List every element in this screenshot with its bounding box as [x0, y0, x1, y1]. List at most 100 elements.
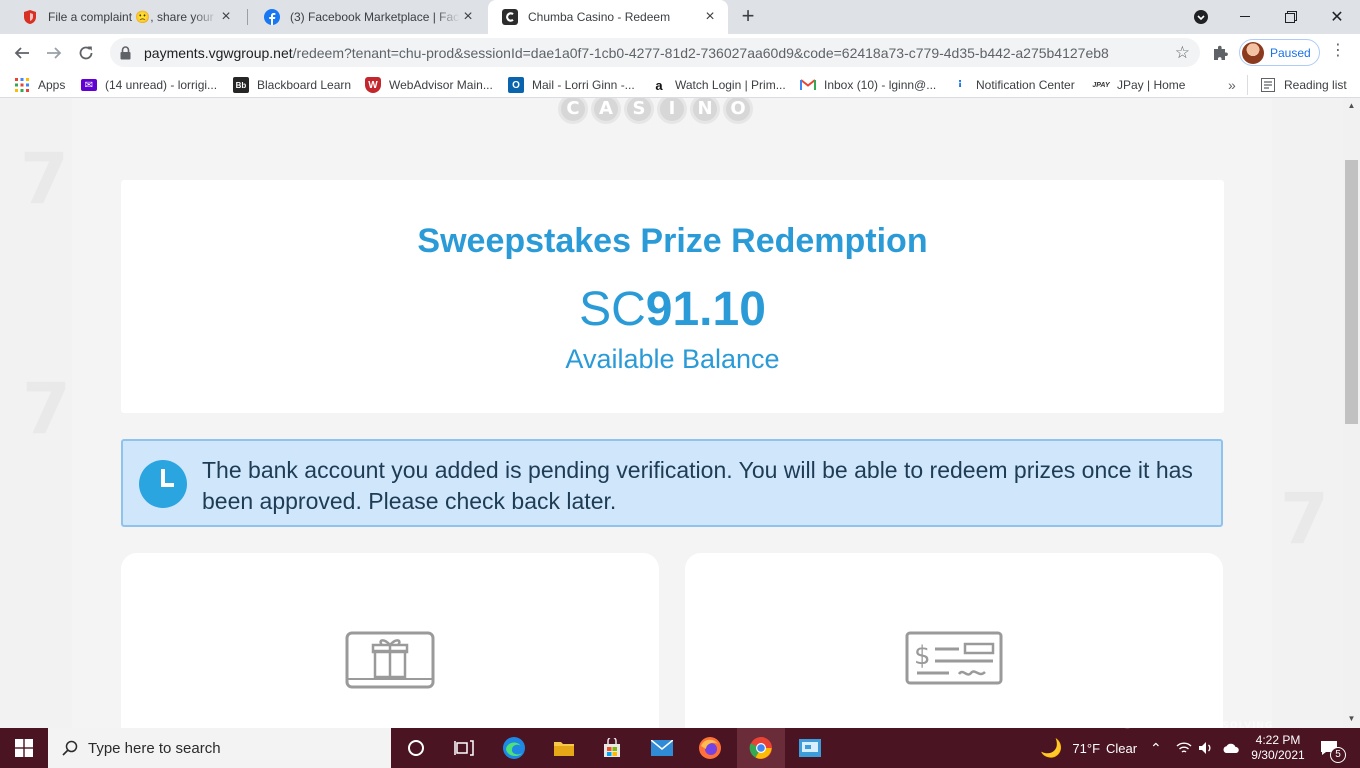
scroll-down-arrow-icon[interactable]: ▼ — [1345, 712, 1358, 726]
bookmark-jpay[interactable]: JPAY JPay | Home — [1092, 75, 1186, 95]
scrollbar-thumb[interactable] — [1345, 160, 1358, 424]
moon-icon: 🌙 — [1040, 737, 1063, 758]
clock-icon — [139, 460, 187, 508]
bookmark-gmail[interactable]: Inbox (10) - lginn@... — [800, 75, 936, 95]
tab-title: (3) Facebook Marketplace | Faceb — [290, 10, 460, 24]
bookmark-label: (14 unread) - lorrigi... — [105, 78, 218, 92]
close-tab-icon[interactable]: × — [460, 9, 476, 25]
bookmark-label: Inbox (10) - lginn@... — [824, 78, 937, 92]
forward-arrow-icon[interactable] — [40, 39, 68, 67]
onedrive-icon[interactable] — [1222, 728, 1240, 768]
amazon-icon: a — [651, 77, 667, 93]
more-bookmarks-chevron-icon[interactable]: » — [1228, 75, 1236, 95]
gift-card-icon — [345, 631, 435, 689]
minimize-button[interactable] — [1222, 0, 1268, 34]
bookmark-star-icon[interactable]: ☆ — [1175, 44, 1190, 61]
logo-letter: O — [723, 98, 753, 124]
new-tab-button[interactable]: + — [736, 5, 760, 29]
check-payment-option[interactable]: $ — [685, 553, 1223, 728]
extensions-puzzle-icon[interactable] — [1211, 44, 1229, 62]
balance-card: Sweepstakes Prize Redemption SC91.10 Ava… — [121, 180, 1224, 413]
microsoft-store-icon[interactable] — [588, 728, 636, 768]
close-tab-icon[interactable]: × — [218, 9, 234, 25]
tab-facebook[interactable]: (3) Facebook Marketplace | Faceb × — [250, 0, 486, 34]
taskbar-search-box[interactable]: Type here to search — [48, 728, 391, 768]
wifi-icon[interactable] — [1176, 728, 1192, 768]
notification-badge: 5 — [1330, 747, 1346, 763]
tab-chumba[interactable]: Chumba Casino - Redeem × — [488, 0, 728, 34]
outlook-icon: O — [508, 77, 524, 93]
casino-logo: C A S I N O — [558, 98, 753, 130]
bookmark-label: Notification Center — [976, 78, 1075, 92]
search-placeholder: Type here to search — [88, 739, 221, 757]
mail-app-icon[interactable] — [638, 728, 686, 768]
gift-card-option[interactable] — [121, 553, 659, 728]
cortana-icon[interactable] — [392, 728, 440, 768]
balance-label: Available Balance — [565, 344, 780, 374]
svg-text:$: $ — [914, 641, 931, 671]
bookmark-label: Watch Login | Prim... — [675, 78, 786, 92]
close-tab-icon[interactable]: × — [702, 9, 718, 25]
watermark-tagline: RESOLVING — [1207, 721, 1274, 731]
blackboard-icon: Bb — [233, 77, 249, 93]
bookmark-notification-center[interactable]: ꜟ Notification Center — [952, 75, 1075, 95]
bookmark-outlook[interactable]: O Mail - Lorri Ginn -... — [508, 75, 635, 95]
bookmark-yahoo-mail[interactable]: ✉ (14 unread) - lorrigi... — [81, 75, 217, 95]
restore-button[interactable] — [1268, 0, 1314, 34]
bookmark-label: JPay | Home — [1117, 78, 1186, 92]
url-host: payments.vgwgroup.net — [144, 44, 293, 61]
more-menu-icon[interactable]: ⋮ — [1326, 40, 1350, 64]
weather-condition: Clear — [1106, 740, 1138, 756]
tab-strip: File a complaint 🙁, share your e × (3) F… — [0, 0, 1360, 34]
watermark-brand: BOARD — [1098, 706, 1199, 734]
windows-taskbar: Type here to search 🌙 71°F Clear ⌃ 4:22 … — [0, 728, 1360, 768]
chrome-icon[interactable] — [737, 728, 785, 768]
tab-title: Chumba Casino - Redeem — [528, 10, 671, 24]
tab-search-button[interactable] — [1178, 0, 1224, 34]
reading-list-button[interactable]: Reading list — [1247, 75, 1347, 95]
back-arrow-icon[interactable] — [8, 39, 36, 67]
bookmark-label: Apps — [38, 78, 66, 92]
scroll-up-arrow-icon[interactable]: ▲ — [1345, 99, 1358, 113]
browser-toolbar: payments.vgwgroup.net/redeem?tenant=chu-… — [0, 34, 1360, 71]
balance-value: 91.10 — [645, 283, 766, 336]
bookmark-webadvisor[interactable]: W WebAdvisor Main... — [365, 75, 493, 95]
logo-letter: I — [657, 98, 687, 124]
profile-button[interactable]: Paused — [1239, 39, 1320, 66]
bookmark-amazon[interactable]: a Watch Login | Prim... — [651, 75, 786, 95]
logo-letter: N — [690, 98, 720, 124]
show-hidden-icons-chevron-icon[interactable]: ⌃ — [1150, 728, 1162, 768]
volume-icon[interactable] — [1198, 728, 1214, 768]
logo-letter: A — [591, 98, 621, 124]
action-center-icon[interactable]: 5 — [1320, 728, 1346, 768]
address-bar[interactable]: payments.vgwgroup.net/redeem?tenant=chu-… — [110, 38, 1200, 67]
apps-grid-icon — [14, 77, 30, 93]
weather-widget[interactable]: 🌙 71°F Clear — [1040, 728, 1137, 768]
search-icon — [62, 740, 78, 756]
lock-icon[interactable] — [120, 45, 134, 60]
bookmark-blackboard[interactable]: Bb Blackboard Learn — [233, 75, 351, 95]
weather-temp: 71°F — [1072, 740, 1101, 756]
tab-complaint[interactable]: File a complaint 🙁, share your e × — [8, 0, 244, 34]
logo-letter: C — [558, 98, 588, 124]
tab-separator — [247, 9, 248, 25]
boardsaints-watermark: BOARD RESOLVING — [1098, 706, 1273, 734]
edge-browser-icon[interactable] — [490, 728, 538, 768]
taskbar-clock[interactable]: 4:22 PM 9/30/2021 — [1246, 728, 1310, 768]
file-explorer-icon[interactable] — [540, 728, 588, 768]
firefox-icon[interactable] — [686, 728, 734, 768]
close-window-button[interactable]: ✕ — [1314, 0, 1360, 34]
reload-icon[interactable] — [72, 39, 100, 67]
bookmark-label: Blackboard Learn — [257, 78, 352, 92]
task-view-icon[interactable] — [440, 728, 488, 768]
balance-amount: SC91.10 — [121, 282, 1224, 337]
remote-desktop-icon[interactable] — [786, 728, 834, 768]
reading-list-icon — [1260, 77, 1276, 93]
page-title: Sweepstakes Prize Redemption — [417, 222, 928, 260]
background-decoration: 7 — [22, 368, 71, 450]
windows-start-icon[interactable] — [0, 728, 48, 768]
bookmark-apps[interactable]: Apps — [14, 75, 65, 95]
clock-time: 4:22 PM — [1255, 733, 1301, 747]
facebook-icon — [264, 9, 280, 25]
background-decoration: 7 — [1280, 478, 1329, 560]
